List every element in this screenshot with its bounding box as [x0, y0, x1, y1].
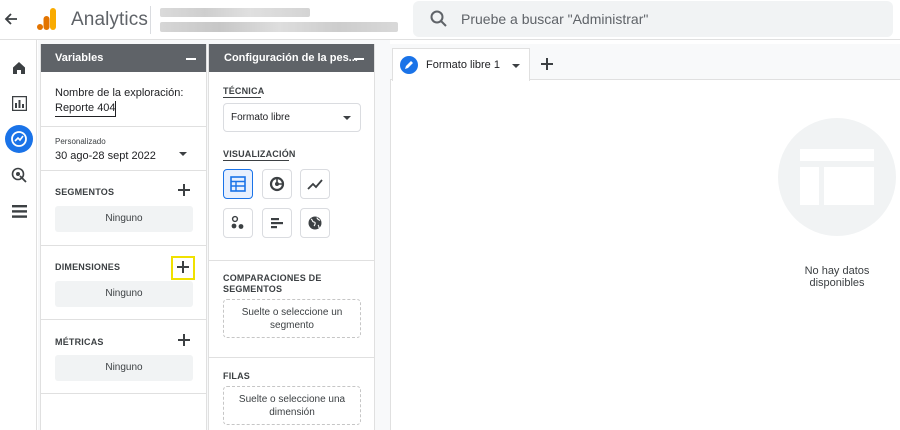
- collapse-variables-icon[interactable]: [186, 58, 196, 60]
- metrics-label: MÉTRICAS: [55, 337, 104, 347]
- segment-drop-zone[interactable]: Suelte o seleccione un segmento: [223, 299, 361, 338]
- segment-drop-text-1: Suelte o seleccione un: [241, 307, 343, 318]
- top-bar: Analytics Pruebe a buscar "Administrar": [0, 0, 900, 40]
- technique-label: TÉCNICA: [223, 86, 265, 96]
- exploration-name-underline: [55, 116, 116, 117]
- donut-viz-button[interactable]: [262, 169, 292, 199]
- exploration-name-input[interactable]: Reporte 404: [55, 102, 116, 114]
- date-badge: Personalizado: [55, 137, 106, 146]
- tab-dropdown-icon[interactable]: [512, 64, 520, 68]
- line-chart-icon: [307, 179, 323, 190]
- search-placeholder: Pruebe a buscar "Administrar": [461, 11, 649, 27]
- date-range-selector[interactable]: 30 ago-28 sept 2022: [55, 150, 156, 162]
- bar-viz-button[interactable]: [262, 208, 292, 238]
- settings-panel-title: Configuración de la pes...: [224, 52, 358, 64]
- dimensions-label: DIMENSIONES: [55, 262, 121, 272]
- exploration-name-label: Nombre de la exploración:: [55, 87, 184, 99]
- bar-chart-icon: [271, 218, 283, 229]
- empty-state-illustration: [778, 118, 896, 236]
- tab-formato-libre-1[interactable]: Formato libre 1: [392, 48, 530, 81]
- advertising-icon[interactable]: [8, 164, 30, 186]
- add-dimension-icon[interactable]: [177, 261, 189, 273]
- segment-comparisons-label-line1: COMPARACIONES DE: [223, 273, 322, 283]
- technique-underline: [223, 97, 261, 98]
- technique-value: Formato libre: [231, 112, 290, 123]
- donut-chart-icon: [269, 176, 285, 192]
- technique-select[interactable]: Formato libre: [223, 103, 361, 132]
- no-data-line-1: No hay datos: [804, 265, 870, 277]
- left-navigation: [0, 40, 37, 430]
- no-data-line-2: disponibles: [809, 277, 865, 289]
- text-cursor: [115, 101, 116, 116]
- rows-drop-text-2: dimensión: [269, 407, 315, 418]
- home-icon[interactable]: [8, 57, 30, 79]
- date-range-dropdown-icon[interactable]: [179, 152, 187, 156]
- scatter-viz-button[interactable]: [223, 208, 253, 238]
- configure-icon[interactable]: [8, 200, 30, 222]
- variables-panel-header: Variables: [41, 44, 206, 72]
- account-selector[interactable]: [160, 6, 400, 34]
- reports-icon[interactable]: [8, 92, 30, 114]
- tab-label: Formato libre 1: [426, 59, 500, 71]
- dimensions-value: Ninguno: [55, 281, 193, 307]
- exploration-canvas: [390, 44, 900, 430]
- segment-comparisons-label-line2: SEGMENTOS: [223, 284, 283, 294]
- divider: [41, 245, 206, 246]
- rows-label: FILAS: [223, 371, 250, 381]
- segments-value: Ninguno: [55, 206, 193, 232]
- divider: [41, 393, 206, 394]
- technique-dropdown-icon: [343, 116, 351, 120]
- add-metric-icon[interactable]: [178, 334, 190, 346]
- table-viz-button[interactable]: [223, 169, 253, 199]
- add-segment-icon[interactable]: [178, 184, 190, 196]
- divider: [41, 126, 206, 127]
- divider: [209, 260, 374, 261]
- edit-pencil-icon: [400, 56, 418, 74]
- rows-drop-text-1: Suelte o seleccione una: [238, 394, 346, 405]
- divider: [41, 170, 206, 171]
- header-divider: [150, 6, 151, 34]
- app-title: Analytics: [71, 9, 148, 30]
- analytics-logo-icon[interactable]: [37, 8, 57, 30]
- search-bar[interactable]: Pruebe a buscar "Administrar": [413, 1, 893, 37]
- rows-drop-zone[interactable]: Suelte o seleccione una dimensión: [223, 386, 361, 425]
- variables-panel-title: Variables: [55, 52, 104, 64]
- geo-viz-button[interactable]: [300, 208, 330, 238]
- search-icon: [429, 9, 449, 29]
- back-arrow-icon[interactable]: [3, 9, 19, 29]
- scatter-icon: [231, 215, 244, 229]
- metrics-value: Ninguno: [55, 355, 193, 381]
- explore-icon[interactable]: [8, 128, 30, 150]
- collapse-settings-icon[interactable]: [354, 58, 364, 60]
- no-data-message: No hay datos disponibles: [776, 265, 898, 289]
- add-tab-icon[interactable]: [541, 58, 553, 70]
- account-name-redacted: [160, 8, 310, 17]
- settings-panel-header: Configuración de la pes...: [209, 44, 374, 72]
- divider: [209, 357, 374, 358]
- visualization-underline: [223, 160, 289, 161]
- divider: [41, 319, 206, 320]
- globe-icon: [308, 216, 322, 230]
- segment-drop-text-2: segmento: [270, 320, 314, 331]
- line-viz-button[interactable]: [300, 169, 330, 199]
- segments-label: SEGMENTOS: [55, 187, 115, 197]
- table-icon: [230, 176, 246, 192]
- visualization-label: VISUALIZACIÓN: [223, 149, 296, 159]
- property-name-redacted: [160, 22, 398, 32]
